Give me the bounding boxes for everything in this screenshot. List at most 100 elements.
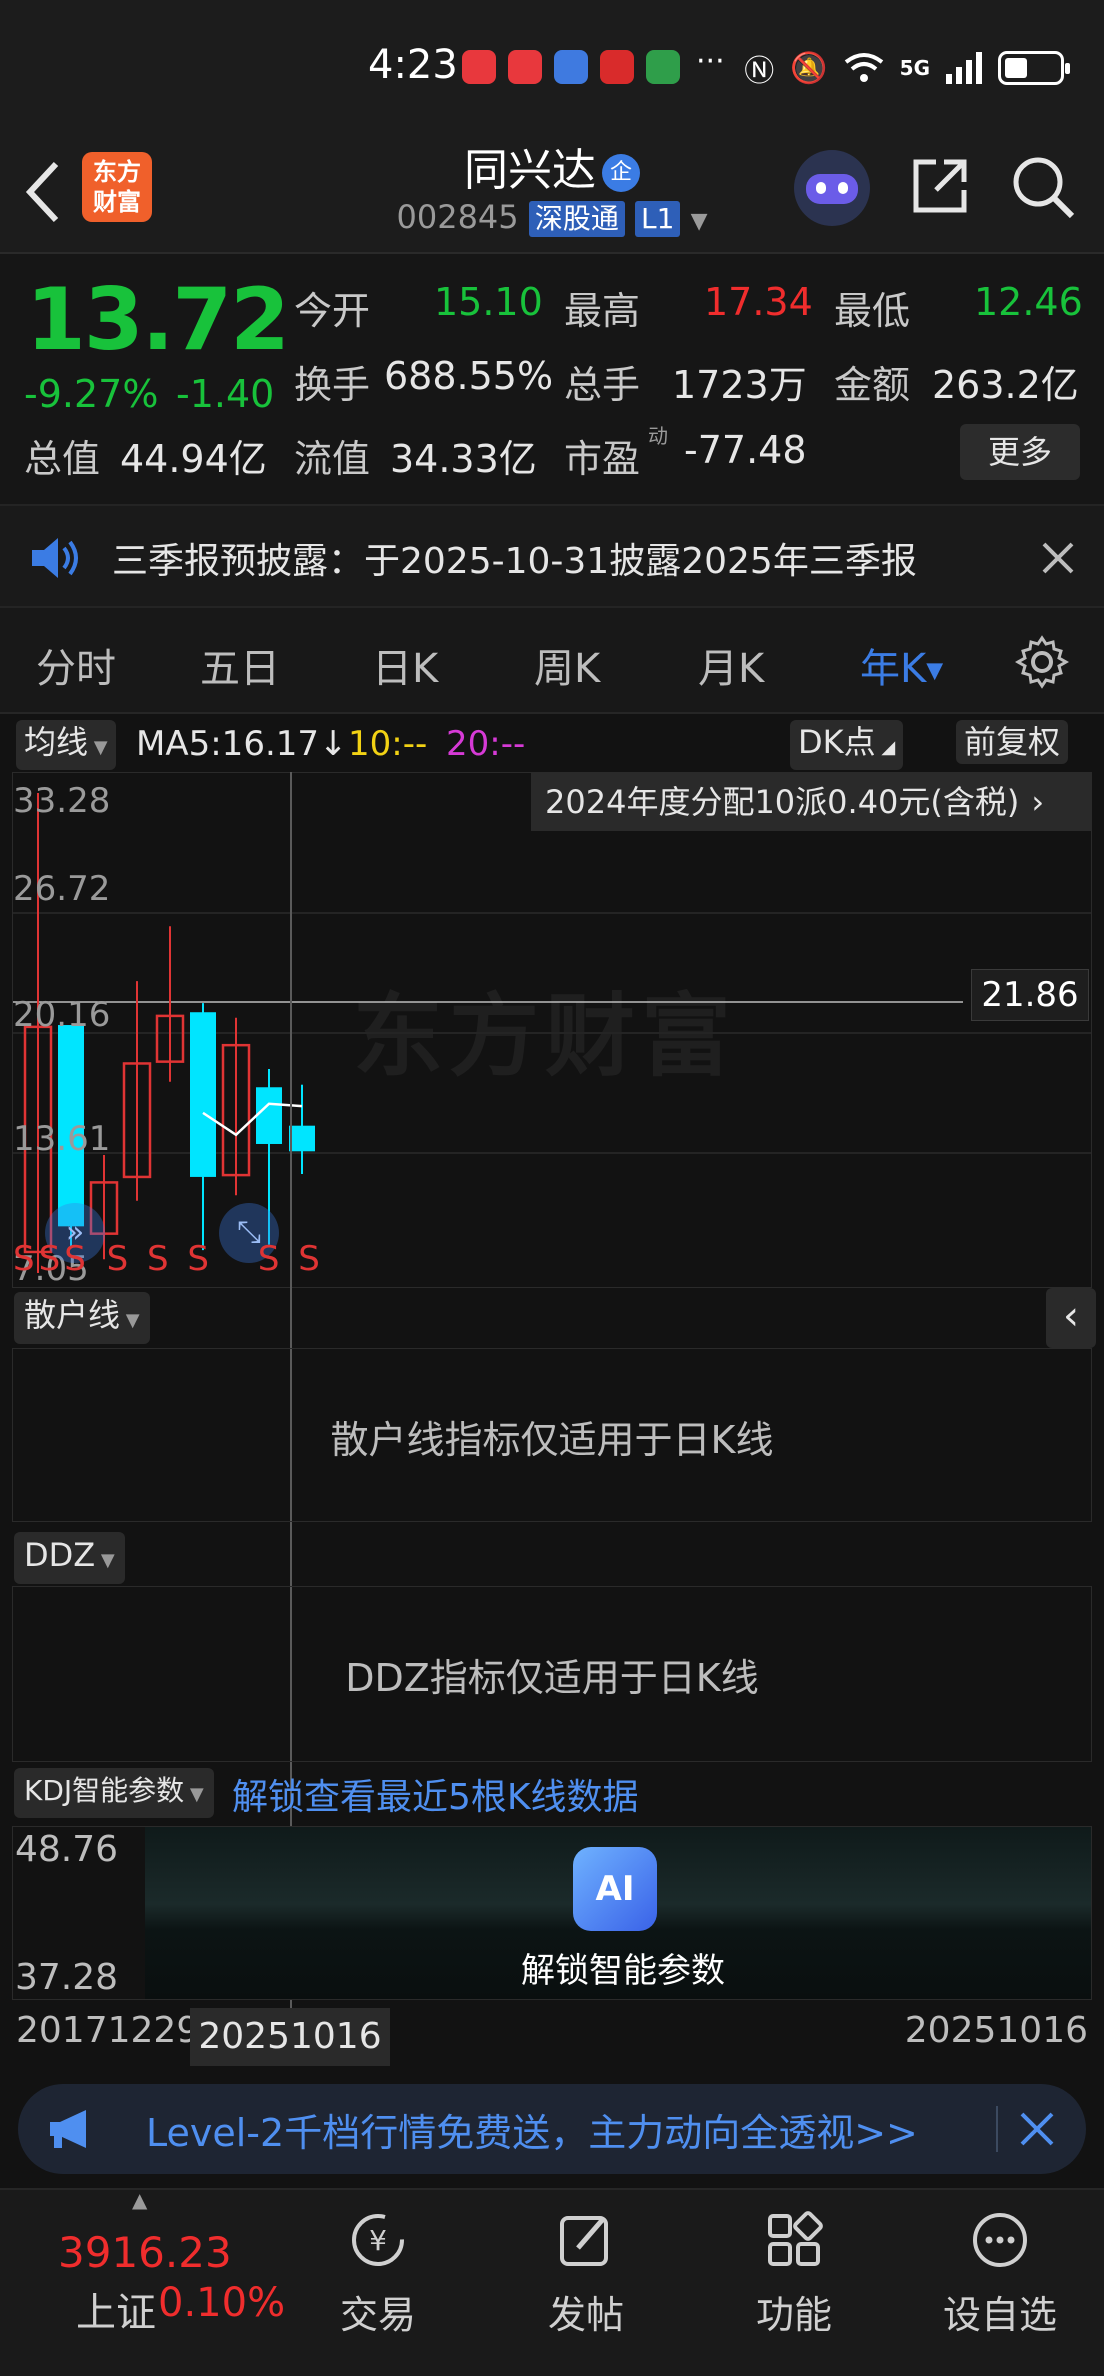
notice-text: 三季报预披露：于2025-10-31披露2025年三季报 bbox=[112, 541, 917, 582]
more-circle-icon bbox=[973, 2213, 1027, 2267]
chevron-right-icon: › bbox=[1031, 783, 1045, 821]
float-label: 流值 bbox=[294, 437, 371, 481]
high-value: 17.34 bbox=[704, 280, 813, 324]
wifi-icon bbox=[844, 53, 883, 82]
index-change[interactable]: 0.10% bbox=[158, 2280, 285, 2326]
y-label: 20.16 bbox=[13, 995, 111, 1035]
connect-tag: 深股通 bbox=[528, 201, 625, 237]
ma5-value: MA5:16.17↓ bbox=[136, 724, 348, 764]
chevron-down-icon: ▼ bbox=[88, 737, 108, 758]
tab-monthly-k[interactable]: 月K bbox=[698, 636, 764, 694]
tab-daily-k[interactable]: 日K bbox=[372, 636, 438, 694]
notice-bar[interactable]: 三季报预披露：于2025-10-31披露2025年三季报 bbox=[0, 504, 1104, 608]
corner-arrow-icon: ◢ bbox=[875, 737, 896, 758]
tab-intraday[interactable]: 分时 bbox=[36, 636, 116, 694]
mute-icon: 🔕 bbox=[790, 50, 828, 86]
app-notification-icon bbox=[646, 50, 680, 84]
nfc-icon: Ⓝ bbox=[744, 54, 775, 89]
pe-value: -77.48 bbox=[684, 428, 807, 472]
stock-code: 002845 bbox=[396, 198, 519, 236]
ma-selector[interactable]: 均线 ▼ bbox=[16, 720, 116, 770]
status-icons: Ⓝ 🔕 5G bbox=[744, 46, 1070, 90]
y-label: 48.76 bbox=[15, 1829, 119, 1870]
app-notification-icon bbox=[600, 50, 634, 84]
tab-weekly-k[interactable]: 周K bbox=[534, 636, 600, 694]
status-time: 4:23 bbox=[368, 42, 458, 88]
turnover-value: 688.55% bbox=[384, 354, 554, 398]
app-notification-icon bbox=[508, 50, 542, 84]
speaker-icon bbox=[32, 538, 78, 578]
robot-assistant-icon[interactable] bbox=[794, 150, 870, 226]
tab-yearly-k[interactable]: 年K▼ bbox=[860, 636, 943, 694]
more-button[interactable]: 更多 bbox=[960, 424, 1080, 480]
sanhu-panel: 散户线指标仅适用于日K线 bbox=[12, 1348, 1092, 1522]
low-label: 最低 bbox=[834, 289, 911, 333]
signal-icon bbox=[946, 52, 982, 84]
bottom-nav: ▲ 3916.23 上证 0.10% ¥ 交易 发帖 功能 设自选 bbox=[0, 2188, 1104, 2376]
chevron-down-icon: ▼ bbox=[184, 1784, 204, 1805]
date-axis: 20171229 20251016 20251016 bbox=[0, 2004, 1104, 2066]
grid-icon bbox=[768, 2211, 823, 2266]
nav-post[interactable]: 发帖 bbox=[516, 2210, 656, 2339]
adjust-button[interactable]: 前复权 bbox=[956, 720, 1069, 764]
unlock-link[interactable]: 解锁查看最近5根K线数据 bbox=[232, 1768, 639, 1820]
chevron-down-icon: ▼ bbox=[926, 658, 944, 684]
ai-unlock-label[interactable]: 解锁智能参数 bbox=[413, 1943, 833, 1992]
close-icon[interactable] bbox=[1018, 2110, 1056, 2148]
candle-body bbox=[190, 1012, 216, 1177]
last-price: 13.72 bbox=[26, 270, 290, 370]
share-icon[interactable] bbox=[908, 154, 972, 218]
change-value: -1.40 bbox=[176, 372, 275, 416]
ddz-message: DDZ指标仅适用于日K线 bbox=[345, 1656, 759, 1700]
pe-label: 市盈 bbox=[564, 437, 641, 481]
sanhu-message: 散户线指标仅适用于日K线 bbox=[330, 1418, 774, 1462]
chevron-up-icon: ▲ bbox=[132, 2188, 148, 2212]
index-value[interactable]: 3916.23 bbox=[58, 2228, 232, 2277]
kdj-selector[interactable]: KDJ智能参数 ▼ bbox=[14, 1768, 214, 1818]
end-date: 20251016 bbox=[904, 2010, 1088, 2051]
level-tag: L1 bbox=[635, 201, 681, 237]
dk-point-button[interactable]: DK点 ◢ bbox=[790, 720, 904, 770]
tab-five-day[interactable]: 五日 bbox=[200, 636, 280, 694]
megaphone-icon bbox=[50, 2110, 86, 2148]
sanhu-selector[interactable]: 散户线 ▼ bbox=[14, 1292, 150, 1344]
app-notification-icon bbox=[462, 50, 496, 84]
more-notifications: ··· bbox=[696, 44, 725, 79]
nav-trade[interactable]: ¥ 交易 bbox=[308, 2210, 448, 2339]
y-label: 37.28 bbox=[15, 1957, 119, 1998]
signal-letters: SSS S S S S S bbox=[13, 1239, 324, 1279]
enterprise-badge: 企 bbox=[602, 154, 640, 192]
float-value: 34.33亿 bbox=[390, 437, 537, 481]
change-percent: -9.27% bbox=[24, 372, 159, 416]
svg-text:¥: ¥ bbox=[369, 2224, 387, 2257]
low-value: 12.46 bbox=[974, 280, 1083, 324]
nav-function[interactable]: 功能 bbox=[724, 2210, 864, 2339]
turnover-label: 换手 bbox=[294, 363, 371, 407]
gear-icon[interactable] bbox=[1014, 634, 1070, 690]
stock-header: 东方 财富 同兴达企 002845 深股通 L1 ▼ bbox=[0, 130, 1104, 254]
promo-banner[interactable]: Level-2千档行情免费送，主力动向全透视>> bbox=[18, 2084, 1086, 2174]
ddz-selector[interactable]: DDZ ▼ bbox=[14, 1532, 125, 1584]
mktcap-label: 总值 bbox=[24, 437, 101, 481]
cursor-date: 20251016 bbox=[190, 2008, 390, 2066]
trade-icon: ¥ bbox=[352, 2214, 404, 2266]
open-value: 15.10 bbox=[434, 280, 543, 324]
ai-icon[interactable]: AI bbox=[573, 1847, 657, 1931]
kline-chart[interactable]: 东方财富 2024年度分配10派0.40元(含税) › 21.86 33.28 2… bbox=[12, 772, 1092, 1289]
dividend-banner[interactable]: 2024年度分配10派0.40元(含税) › bbox=[531, 773, 1091, 831]
nav-watchlist[interactable]: 设自选 bbox=[930, 2210, 1070, 2339]
chevron-left-icon[interactable]: ‹ bbox=[1046, 1288, 1096, 1348]
index-name[interactable]: 上证 bbox=[76, 2280, 156, 2338]
period-tabs: 分时 五日 日K 周K 月K 年K▼ bbox=[0, 608, 1104, 714]
ma5-line bbox=[202, 1102, 303, 1137]
y-label: 26.72 bbox=[13, 869, 111, 909]
price-line-tag: 21.86 bbox=[971, 969, 1089, 1021]
close-icon[interactable] bbox=[1040, 540, 1076, 576]
y-label: 33.28 bbox=[13, 781, 111, 821]
search-icon[interactable] bbox=[1010, 154, 1076, 220]
high-label: 最高 bbox=[564, 289, 641, 333]
edit-icon bbox=[560, 2216, 608, 2266]
quote-panel: 13.72 -9.27% -1.40 今开 15.10 最高 17.34 最低 … bbox=[0, 254, 1104, 504]
kline-svg bbox=[13, 793, 1091, 1273]
arrow-down-icon: ↓ bbox=[319, 724, 348, 764]
